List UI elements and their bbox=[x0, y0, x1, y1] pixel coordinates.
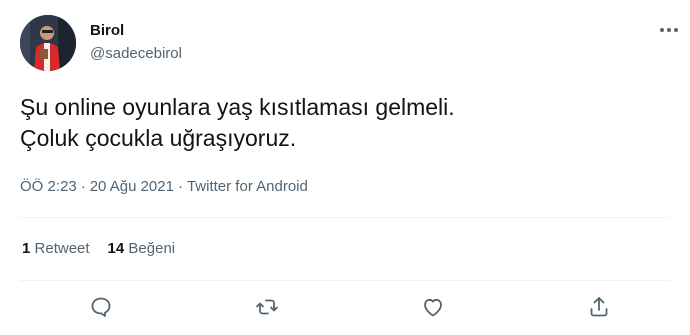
more-options-button[interactable] bbox=[652, 18, 686, 42]
divider bbox=[20, 280, 670, 281]
share-button[interactable] bbox=[582, 290, 616, 324]
tweet-text: Şu online oyunlara yaş kısıtlaması gelme… bbox=[20, 92, 670, 154]
retweet-count: 1 bbox=[22, 240, 31, 257]
heart-icon bbox=[424, 298, 442, 317]
like-stat[interactable]: 14 Beğeni bbox=[108, 240, 176, 258]
tweet-source[interactable]: Twitter for Android bbox=[187, 178, 308, 195]
more-dots-icon bbox=[660, 28, 678, 32]
tweet-text-line: Çoluk çocukla uğraşıyoruz. bbox=[20, 125, 297, 151]
divider bbox=[20, 217, 670, 218]
like-label: Beğeni bbox=[128, 240, 176, 257]
meta-separator: · bbox=[80, 178, 86, 195]
user-handle[interactable]: @sadecebirol bbox=[90, 45, 182, 63]
retweet-button[interactable] bbox=[250, 290, 284, 324]
tweet-date[interactable]: 20 Ağu 2021 bbox=[90, 178, 174, 195]
retweet-label: Retweet bbox=[34, 240, 90, 257]
profile-photo-icon bbox=[20, 15, 76, 71]
tweet-meta: ÖÖ 2:23 · 20 Ağu 2021 · Twitter for Android bbox=[20, 178, 308, 196]
like-count: 14 bbox=[107, 240, 125, 257]
reply-icon bbox=[91, 297, 111, 317]
retweet-stat[interactable]: 1 Retweet bbox=[22, 240, 90, 258]
meta-separator: · bbox=[177, 178, 183, 195]
avatar[interactable] bbox=[20, 15, 76, 71]
reply-button[interactable] bbox=[84, 290, 118, 324]
tweet-card: Birol @sadecebirol Şu online oyunlara ya… bbox=[0, 0, 690, 335]
retweet-icon bbox=[256, 299, 278, 315]
share-icon bbox=[590, 297, 608, 317]
tweet-text-line: Şu online oyunlara yaş kısıtlaması gelme… bbox=[20, 94, 455, 120]
display-name[interactable]: Birol bbox=[90, 22, 124, 40]
tweet-stats: 1 Retweet 14 Beğeni bbox=[22, 240, 175, 258]
tweet-time[interactable]: ÖÖ 2:23 bbox=[20, 178, 77, 195]
like-button[interactable] bbox=[416, 290, 450, 324]
